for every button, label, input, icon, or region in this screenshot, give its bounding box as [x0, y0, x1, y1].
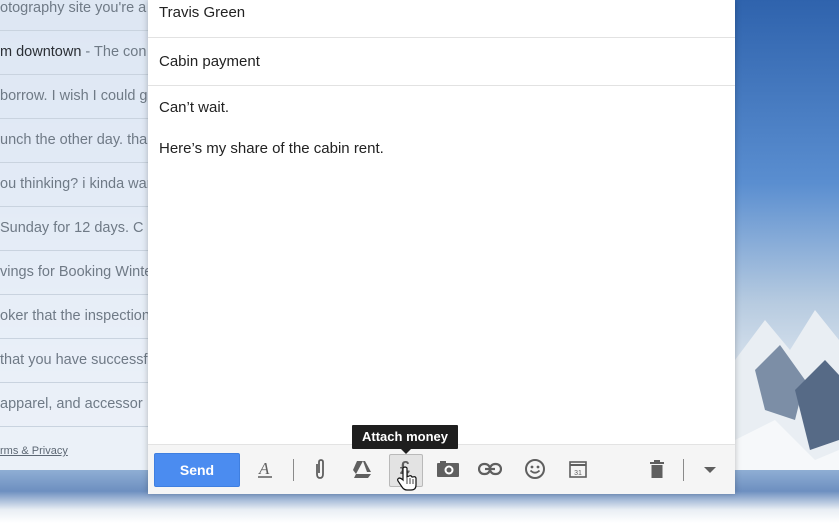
trash-icon[interactable] [645, 457, 669, 481]
inbox-row[interactable]: apparel, and accessor [0, 382, 148, 427]
to-recipient: Travis Green [159, 4, 246, 21]
inbox-row[interactable]: borrow. I wish I could g [0, 74, 148, 119]
insert-photo-icon[interactable] [436, 457, 460, 481]
message-body-line[interactable]: Here’s my share of the cabin rent. [159, 140, 384, 157]
emoji-icon[interactable] [523, 457, 547, 481]
inbox-row[interactable]: Sunday for 12 days. C [0, 206, 148, 251]
insert-link-icon[interactable] [478, 457, 502, 481]
terms-privacy-link[interactable]: rms & Privacy [0, 445, 68, 457]
format-text-icon[interactable]: A [253, 457, 277, 481]
inbox-row[interactable]: that you have successf [0, 338, 148, 383]
to-field[interactable]: Travis Green [148, 0, 735, 38]
attach-money-tooltip: Attach money [352, 425, 458, 454]
google-drive-icon[interactable] [349, 457, 373, 481]
subject-field[interactable]: Cabin payment [148, 42, 735, 86]
compose-toolbar: Send A £ 31 [148, 444, 735, 494]
toolbar-divider [683, 459, 684, 481]
inbox-row[interactable]: ou thinking? i kinda war [0, 162, 148, 207]
compose-window: Travis Green Cabin payment Can’t wait. H… [148, 0, 735, 494]
svg-text:A: A [258, 459, 270, 478]
send-button[interactable]: Send [154, 453, 240, 487]
inbox-list: otography site you're a m downtown - The… [0, 0, 148, 470]
subject-text: Cabin payment [159, 53, 260, 70]
hand-cursor-icon [397, 466, 417, 491]
inbox-row[interactable]: otography site you're a [0, 0, 148, 31]
message-body-line[interactable]: Can’t wait. [159, 99, 229, 116]
more-options-icon[interactable] [698, 457, 722, 481]
toolbar-divider [293, 459, 294, 481]
inbox-row[interactable]: m downtown - The con [0, 30, 148, 75]
inbox-row[interactable]: vings for Booking Winte [0, 250, 148, 295]
attach-file-icon[interactable] [308, 457, 332, 481]
calendar-day-text: 31 [574, 470, 582, 477]
inbox-row[interactable]: oker that the inspection [0, 294, 148, 339]
calendar-icon[interactable]: 31 [566, 457, 590, 481]
inbox-row[interactable]: unch the other day. thar [0, 118, 148, 163]
